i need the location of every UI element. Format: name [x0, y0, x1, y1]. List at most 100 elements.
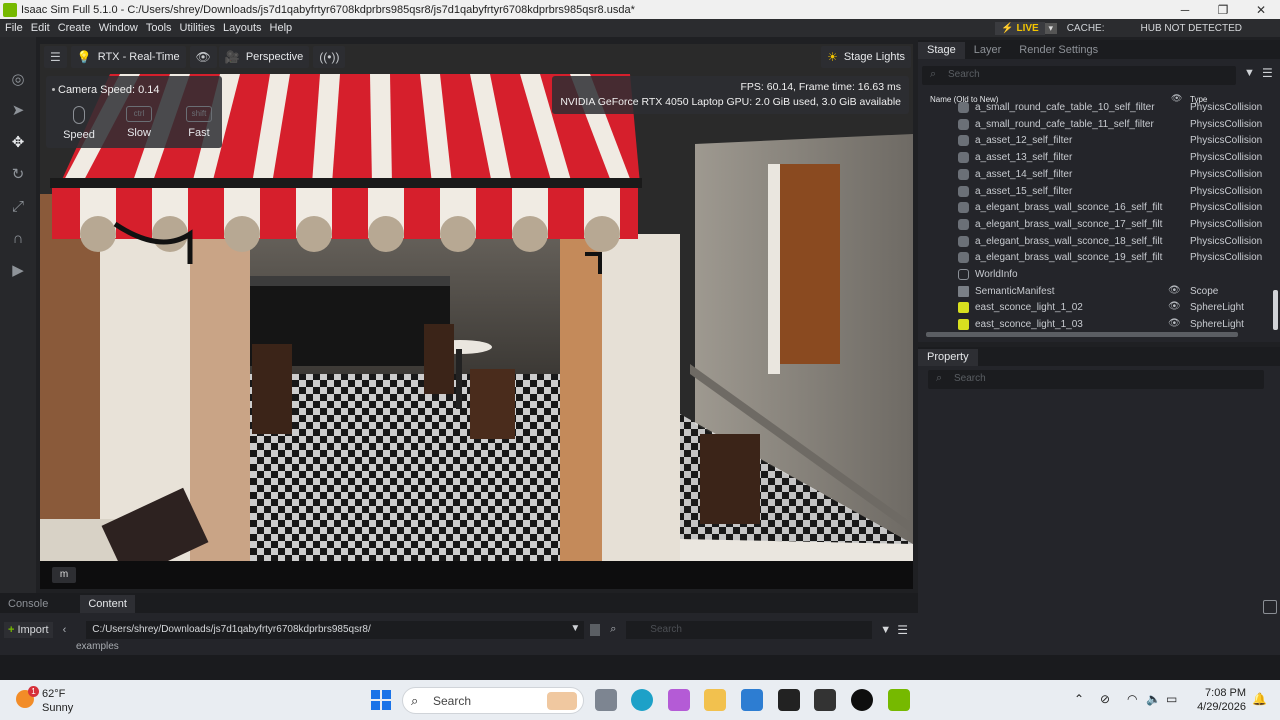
tab-render-settings[interactable]: Render Settings	[1010, 42, 1107, 59]
folder-item-examples[interactable]: examples	[76, 641, 119, 652]
tab-content[interactable]: Content	[80, 595, 135, 613]
stage-tree-row[interactable]: a_elegant_brass_wall_sconce_17_self_filt…	[918, 217, 1274, 233]
menu-edit[interactable]: Edit	[28, 22, 53, 34]
network-off-icon[interactable]: ⊘	[1100, 692, 1110, 706]
back-chevron-icon[interactable]: ‹	[63, 624, 67, 636]
minimize-button[interactable]: ─	[1166, 3, 1204, 17]
menu-help[interactable]: Help	[267, 22, 296, 34]
eye-icon: 👁	[195, 50, 211, 64]
menu-layouts[interactable]: Layouts	[220, 22, 265, 34]
isaac-sim-taskbar-icon[interactable]	[888, 689, 910, 711]
tab-console[interactable]: Console	[0, 595, 56, 613]
visibility-eye-icon[interactable]: 👁	[1168, 285, 1181, 296]
menu-utilities[interactable]: Utilities	[177, 22, 218, 34]
m-key-button[interactable]: m	[52, 567, 76, 583]
microsoft-store-icon[interactable]	[741, 689, 763, 711]
stage-lights-button[interactable]: ☀ Stage Lights	[821, 46, 911, 68]
options-menu-icon[interactable]: ☰	[897, 623, 908, 637]
live-sync-button[interactable]: ⚡ LIVE	[995, 21, 1045, 35]
search-icon: ⌕	[411, 693, 419, 708]
stage-tree-row[interactable]: a_asset_13_self_filter PhysicsCollision	[918, 150, 1274, 166]
filter-icon[interactable]: ▼	[1244, 67, 1255, 79]
system-clock[interactable]: 7:08 PM 4/29/2026	[1196, 686, 1246, 714]
copilot-icon[interactable]	[668, 689, 690, 711]
stage-tree-row[interactable]: east_sconce_light_1_03 👁 SphereLight	[918, 317, 1274, 330]
camera-button[interactable]: 🎥 Perspective	[218, 46, 310, 68]
scale-tool-icon[interactable]: ⤢	[8, 197, 28, 217]
rotate-tool-icon[interactable]: ↻	[8, 165, 28, 185]
speaker-icon[interactable]: 🔈	[1146, 692, 1161, 706]
chevron-up-icon[interactable]: ⌃	[1074, 692, 1084, 706]
notification-bell-icon[interactable]: 🔔	[1252, 692, 1267, 706]
light-icon	[958, 319, 969, 330]
play-icon[interactable]: ▶	[8, 261, 28, 281]
live-dropdown-chevron-icon[interactable]: ▾	[1044, 22, 1057, 34]
prim-name: east_sconce_light_1_02	[975, 302, 1083, 314]
wifi-icon[interactable]: ◠	[1127, 692, 1137, 706]
visibility-eye-icon[interactable]: 👁	[1168, 318, 1181, 329]
broadcast-button[interactable]: ((•))	[313, 46, 346, 68]
slow-control[interactable]: ctrl Slow	[114, 106, 164, 139]
menu-create[interactable]: Create	[55, 22, 94, 34]
tab-stage[interactable]: Stage	[918, 42, 965, 59]
windows-start-icon[interactable]	[371, 690, 391, 710]
property-search-placeholder: Search	[954, 373, 986, 384]
stage-tree-row[interactable]: a_small_round_cafe_table_11_self_filter P…	[918, 117, 1274, 133]
chevron-down-icon[interactable]: ▼	[570, 623, 580, 634]
windows-taskbar: 1 62°F Sunny ⌕ Search ⌃ ⊘ ◠ 🔈 ▭ 7:08 PM …	[0, 680, 1280, 720]
stage-search-input[interactable]: ⌕ Search	[922, 66, 1236, 85]
tab-layer[interactable]: Layer	[965, 42, 1011, 59]
epic-games-icon[interactable]	[778, 689, 800, 711]
stage-tree-row[interactable]: a_small_round_cafe_table_10_self_filter P…	[918, 100, 1274, 116]
taskbar-search-input[interactable]: ⌕ Search	[402, 687, 584, 714]
viewport[interactable]: ☰ 💡 RTX - Real-Time 👁 🎥 Perspective ((•)…	[40, 44, 913, 589]
terminal-icon[interactable]	[814, 689, 836, 711]
stage-tree-row[interactable]: SemanticManifest 👁 Scope	[918, 284, 1274, 300]
property-search-input[interactable]: ⌕ Search	[928, 370, 1264, 389]
filter-icon[interactable]: ▼	[880, 624, 891, 636]
bookmark-icon[interactable]	[590, 624, 601, 636]
file-explorer-icon[interactable]	[704, 689, 726, 711]
import-button[interactable]: + Import	[4, 622, 53, 638]
stage-tree-row[interactable]: a_asset_15_self_filter PhysicsCollision	[918, 184, 1274, 200]
stage-tree-row[interactable]: a_elegant_brass_wall_sconce_16_self_filt…	[918, 200, 1274, 216]
move-tool-icon[interactable]: ✥	[8, 133, 28, 153]
select-arrow-icon[interactable]: ➤	[8, 101, 28, 121]
menu-window[interactable]: Window	[96, 22, 141, 34]
task-view-icon[interactable]	[595, 689, 617, 711]
render-mode-button[interactable]: 💡 RTX - Real-Time	[70, 46, 186, 68]
snap-magnet-icon[interactable]: ∩	[8, 229, 28, 249]
stage-tree-row[interactable]: a_elegant_brass_wall_sconce_19_self_filt…	[918, 250, 1274, 266]
stage-vertical-scrollbar[interactable]	[1273, 290, 1278, 330]
edge-browser-icon[interactable]	[631, 689, 653, 711]
stage-tree-row[interactable]: a_asset_14_self_filter PhysicsCollision	[918, 167, 1274, 183]
content-search-input[interactable]: ⌕ Search	[610, 621, 873, 639]
app-launcher-icon[interactable]	[851, 689, 873, 711]
speed-control[interactable]: Speed	[54, 106, 104, 141]
viewport-settings-button[interactable]: ☰	[44, 46, 67, 68]
tab-property[interactable]: Property	[918, 349, 978, 366]
select-mode-icon[interactable]: ◎	[8, 70, 28, 90]
menu-tools[interactable]: Tools	[143, 22, 175, 34]
fast-control[interactable]: shift Fast	[174, 106, 224, 139]
maximize-button[interactable]: ❐	[1204, 3, 1242, 17]
side-panel-toggle-icon[interactable]	[1263, 600, 1277, 614]
prim-cube-icon	[958, 252, 969, 264]
stage-tree-row[interactable]: a_elegant_brass_wall_sconce_18_self_filt…	[918, 234, 1274, 250]
visibility-eye-icon[interactable]: 👁	[1168, 301, 1181, 312]
stage-tree-row[interactable]: a_asset_12_self_filter PhysicsCollision	[918, 133, 1274, 149]
path-field[interactable]: C:/Users/shrey/Downloads/js7d1qabyfrtyr6…	[86, 621, 585, 639]
stage-tree-row[interactable]: east_sconce_light_1_02 👁 SphereLight	[918, 300, 1274, 316]
menu-file[interactable]: File	[2, 22, 26, 34]
options-menu-icon[interactable]: ☰	[1262, 66, 1273, 80]
stage-tree-row[interactable]: WorldInfo	[918, 267, 1274, 283]
stage-horizontal-scrollbar[interactable]	[926, 332, 1238, 337]
display-options-button[interactable]: 👁	[189, 46, 217, 68]
prim-type: Scope	[1190, 285, 1219, 297]
prim-cube-icon	[958, 235, 969, 247]
content-toolbar: + Import ‹ C:/Users/shrey/Downloads/js7d…	[0, 620, 918, 640]
prim-name: a_small_round_cafe_table_10_self_filter	[975, 102, 1155, 113]
battery-icon[interactable]: ▭	[1166, 692, 1177, 706]
lightning-icon: ⚡	[1001, 22, 1014, 34]
close-button[interactable]: ✕	[1242, 3, 1280, 17]
